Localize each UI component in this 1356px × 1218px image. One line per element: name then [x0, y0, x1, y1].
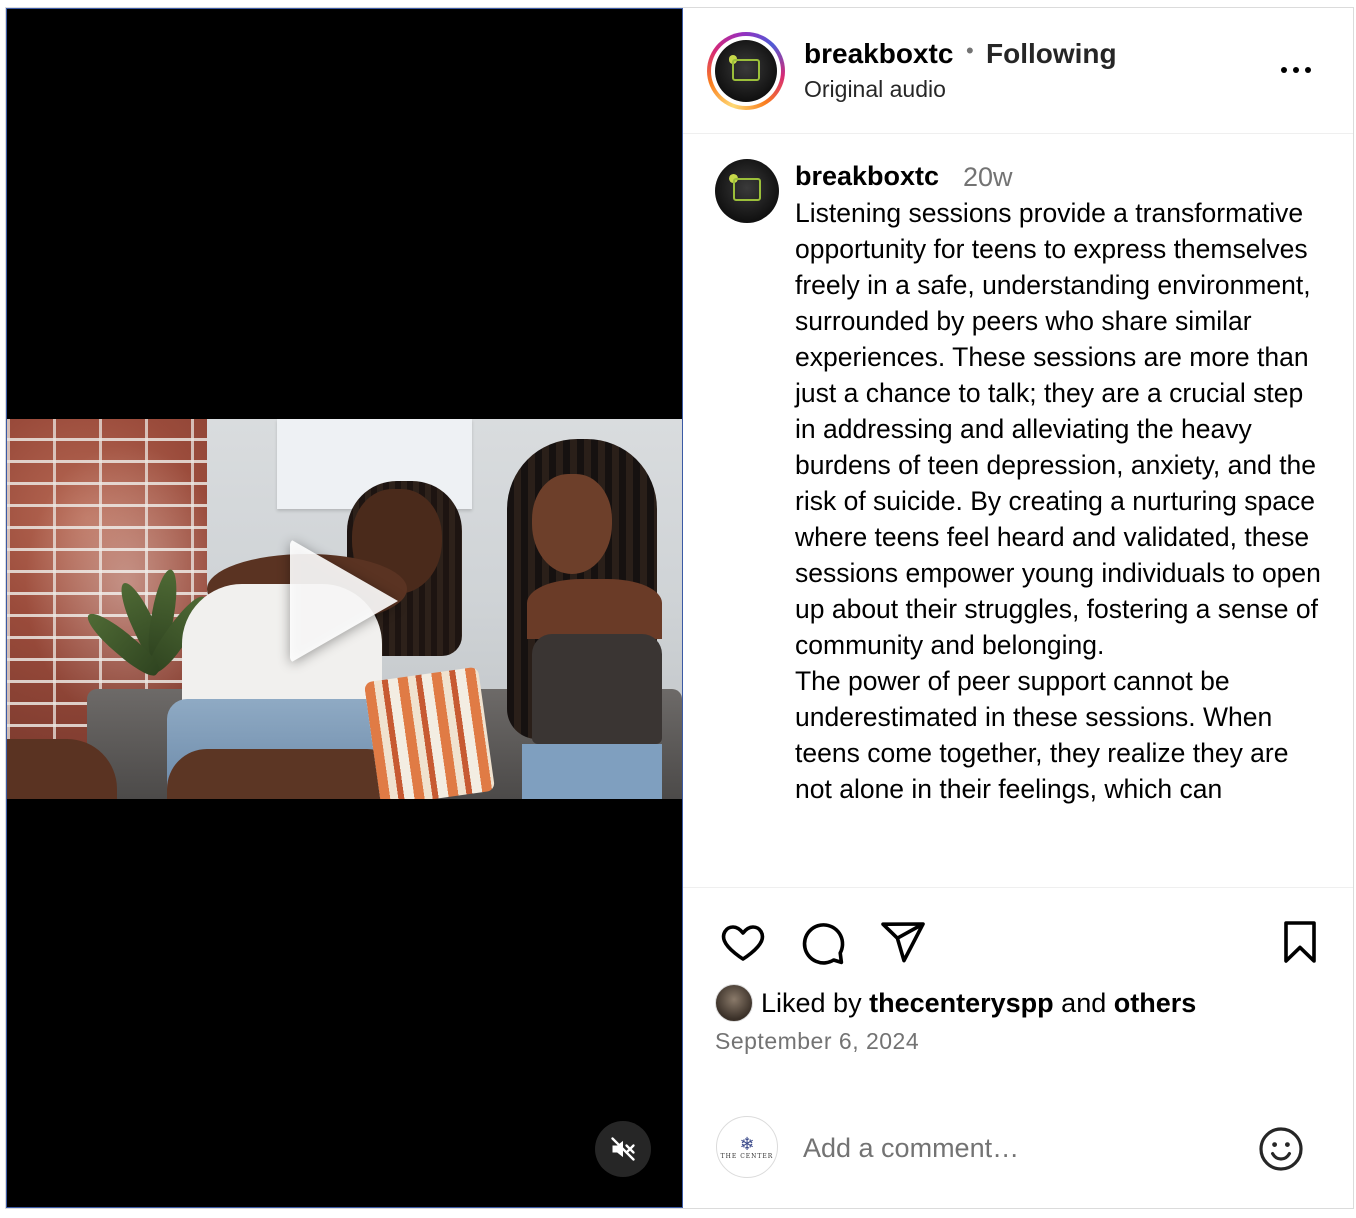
- more-horizontal-icon: [1281, 67, 1287, 73]
- more-options-button[interactable]: [1276, 58, 1316, 82]
- post-header: breakboxtc • Following Original audio: [683, 8, 1353, 134]
- liked-by-prefix: Liked by: [761, 987, 862, 1018]
- share-button[interactable]: [879, 918, 929, 968]
- following-button[interactable]: Following: [986, 38, 1117, 70]
- comment-composer: ❄ THE CENTER: [683, 1098, 1353, 1208]
- heart-icon: [721, 925, 765, 961]
- caption-text: Listening sessions provide a transformat…: [795, 195, 1330, 807]
- comment-button[interactable]: [799, 918, 849, 968]
- liker-username-link[interactable]: thecenteryspp: [869, 988, 1054, 1019]
- center-logo-text-icon: THE CENTER: [720, 1152, 774, 1160]
- video-player[interactable]: [6, 8, 683, 1208]
- caption-section[interactable]: breakboxtc 20w Listening sessions provid…: [683, 135, 1353, 888]
- liker-avatar[interactable]: [715, 984, 753, 1022]
- bookmark-icon: [1284, 921, 1316, 963]
- emoji-button[interactable]: [1257, 1125, 1307, 1175]
- author-avatar[interactable]: [707, 32, 785, 110]
- likes-summary: Liked by thecenteryspp and others: [715, 983, 1196, 1023]
- caption-username-link[interactable]: breakboxtc: [795, 161, 939, 192]
- like-button[interactable]: [719, 918, 769, 968]
- post-modal: breakboxtc • Following Original audio br…: [5, 7, 1354, 1209]
- play-icon[interactable]: [290, 539, 398, 663]
- likes-others-link[interactable]: others: [1114, 988, 1197, 1019]
- post-timestamp[interactable]: 20w: [963, 162, 1013, 193]
- video-frame[interactable]: [7, 419, 682, 799]
- post-date[interactable]: September 6, 2024: [715, 1028, 919, 1055]
- snowflake-logo-icon: ❄: [739, 1133, 755, 1154]
- current-user-avatar: ❄ THE CENTER: [716, 1116, 778, 1178]
- caption-author-avatar[interactable]: [715, 159, 779, 223]
- speaker-muted-icon: [611, 1137, 635, 1161]
- caption-paragraph: The power of peer support cannot be unde…: [795, 666, 1289, 804]
- audio-link[interactable]: Original audio: [804, 76, 946, 103]
- save-button[interactable]: [1276, 918, 1326, 968]
- separator-dot: •: [966, 38, 974, 63]
- paper-plane-icon: [881, 922, 925, 963]
- post-details-panel: breakboxtc • Following Original audio br…: [683, 8, 1353, 1208]
- author-username-link[interactable]: breakboxtc: [804, 38, 953, 70]
- comment-input[interactable]: [803, 1128, 1243, 1168]
- action-bar: [683, 888, 1353, 988]
- smiley-icon: [1259, 1127, 1303, 1171]
- caption-paragraph: Listening sessions provide a transformat…: [795, 198, 1321, 660]
- comment-bubble-icon: [802, 923, 845, 965]
- mute-button[interactable]: [595, 1121, 651, 1177]
- liked-by-and: and: [1061, 987, 1107, 1018]
